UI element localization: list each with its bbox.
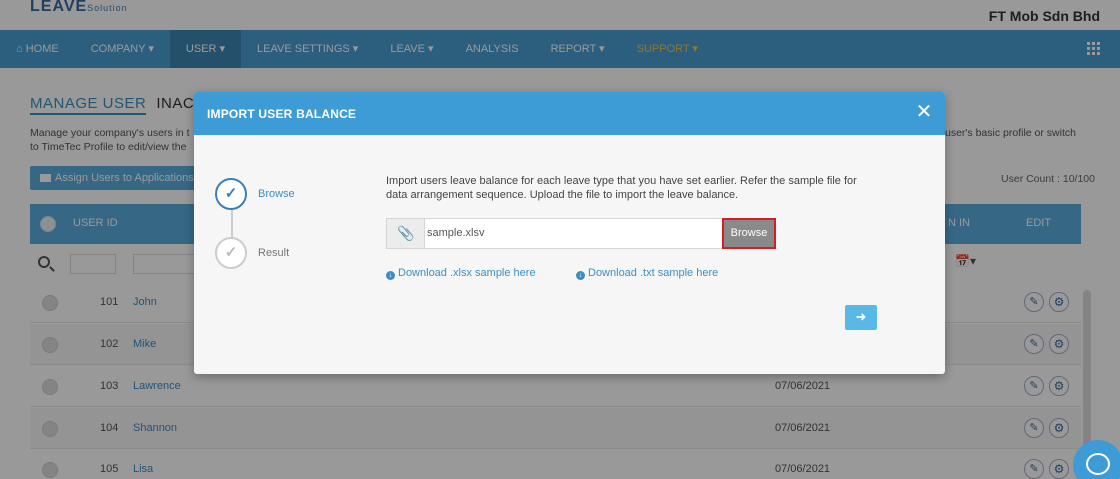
file-upload-group: 📎 sample.xlsv Browse (386, 218, 776, 249)
download-txt-link[interactable]: ↓ Download .txt sample here (576, 267, 718, 280)
import-user-balance-modal: IMPORT USER BALANCE ✕ ✓ Browse ✓ Result … (194, 92, 945, 374)
modal-title: IMPORT USER BALANCE (207, 107, 357, 121)
step-result-label: Result (258, 247, 290, 259)
next-button[interactable]: ➜ (845, 305, 877, 330)
step-browse-label: Browse (258, 188, 295, 200)
download-xlsx-link[interactable]: ↓ Download .xlsx sample here (386, 267, 536, 280)
file-name-field[interactable]: sample.xlsv (424, 218, 723, 249)
close-icon[interactable]: ✕ (915, 102, 933, 122)
modal-header: IMPORT USER BALANCE ✕ (194, 92, 945, 135)
arrow-right-icon: ➜ (855, 309, 867, 324)
browse-button[interactable]: Browse (722, 218, 776, 249)
step-result-check-icon: ✓ (215, 237, 247, 269)
download-icon: ↓ (576, 271, 585, 280)
paperclip-icon: 📎 (386, 218, 425, 249)
chat-icon[interactable] (1073, 440, 1120, 479)
step-browse-check-icon: ✓ (215, 178, 247, 210)
download-icon: ↓ (386, 271, 395, 280)
import-instructions: Import users leave balance for each leav… (386, 175, 857, 201)
